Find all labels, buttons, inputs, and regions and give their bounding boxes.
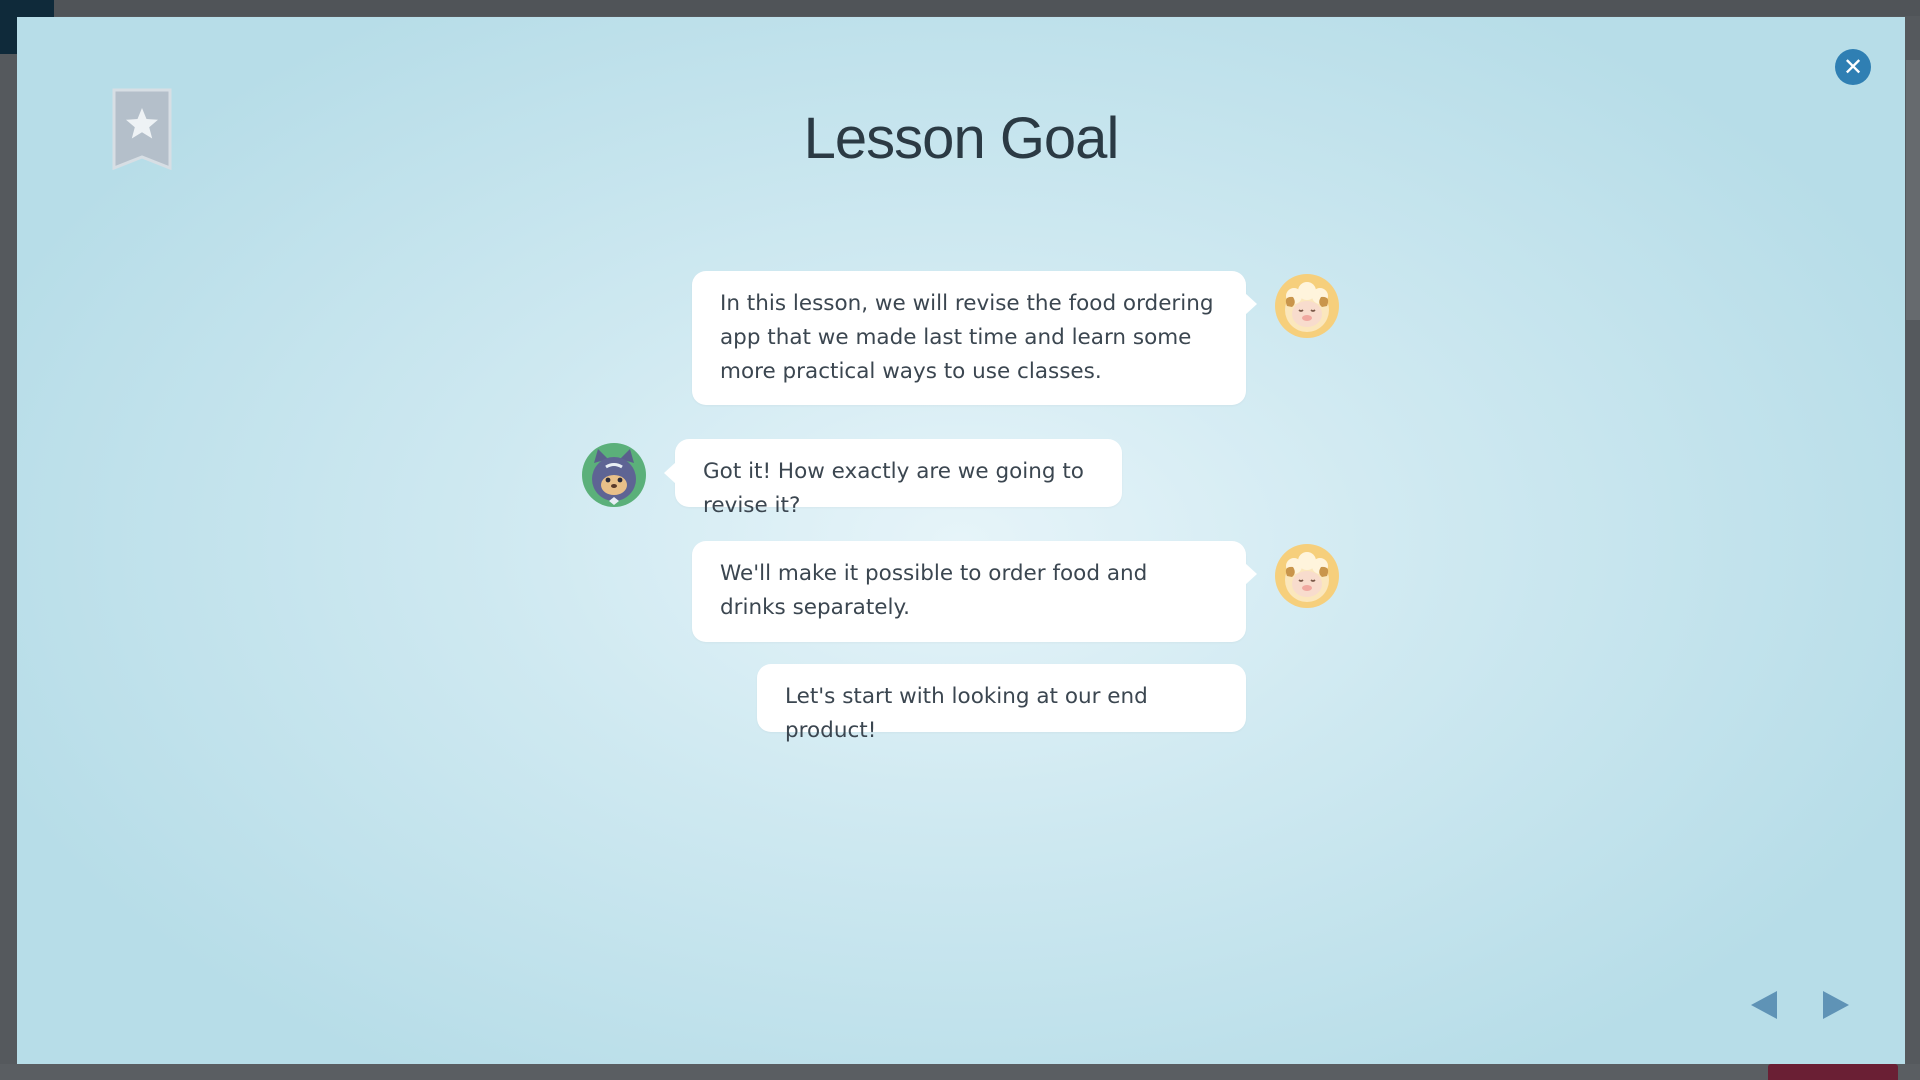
close-icon[interactable]: ✕ (1835, 49, 1871, 85)
chat-message: In this lesson, we will revise the food … (692, 271, 1257, 405)
triangle-right-icon[interactable] (1817, 987, 1853, 1023)
chat-message-text: We'll make it possible to order food and… (720, 561, 1148, 620)
chat-message-text: In this lesson, we will revise the food … (720, 291, 1214, 384)
chat-message: We'll make it possible to order food and… (692, 541, 1257, 642)
chat-message: Let's start with looking at our end prod… (757, 664, 1246, 743)
chat-message-text: Let's start with looking at our end prod… (785, 684, 1148, 743)
lesson-goal-modal: ✕ Lesson Goal In this lesson, we will re… (17, 17, 1905, 1064)
background-contact-tab (1768, 1064, 1898, 1080)
background-bottombar (0, 1064, 1920, 1080)
sheep-avatar (1275, 274, 1339, 338)
chat-message: Got it! How exactly are we going to revi… (664, 439, 1122, 518)
chat-message-text: Got it! How exactly are we going to revi… (703, 459, 1084, 518)
cat-avatar (582, 443, 646, 507)
background-topbar (54, 0, 1920, 16)
sheep-avatar (1275, 544, 1339, 608)
triangle-left-icon[interactable] (1747, 987, 1783, 1023)
page-title: Lesson Goal (803, 106, 1120, 171)
background-scrollbar (1906, 60, 1920, 320)
